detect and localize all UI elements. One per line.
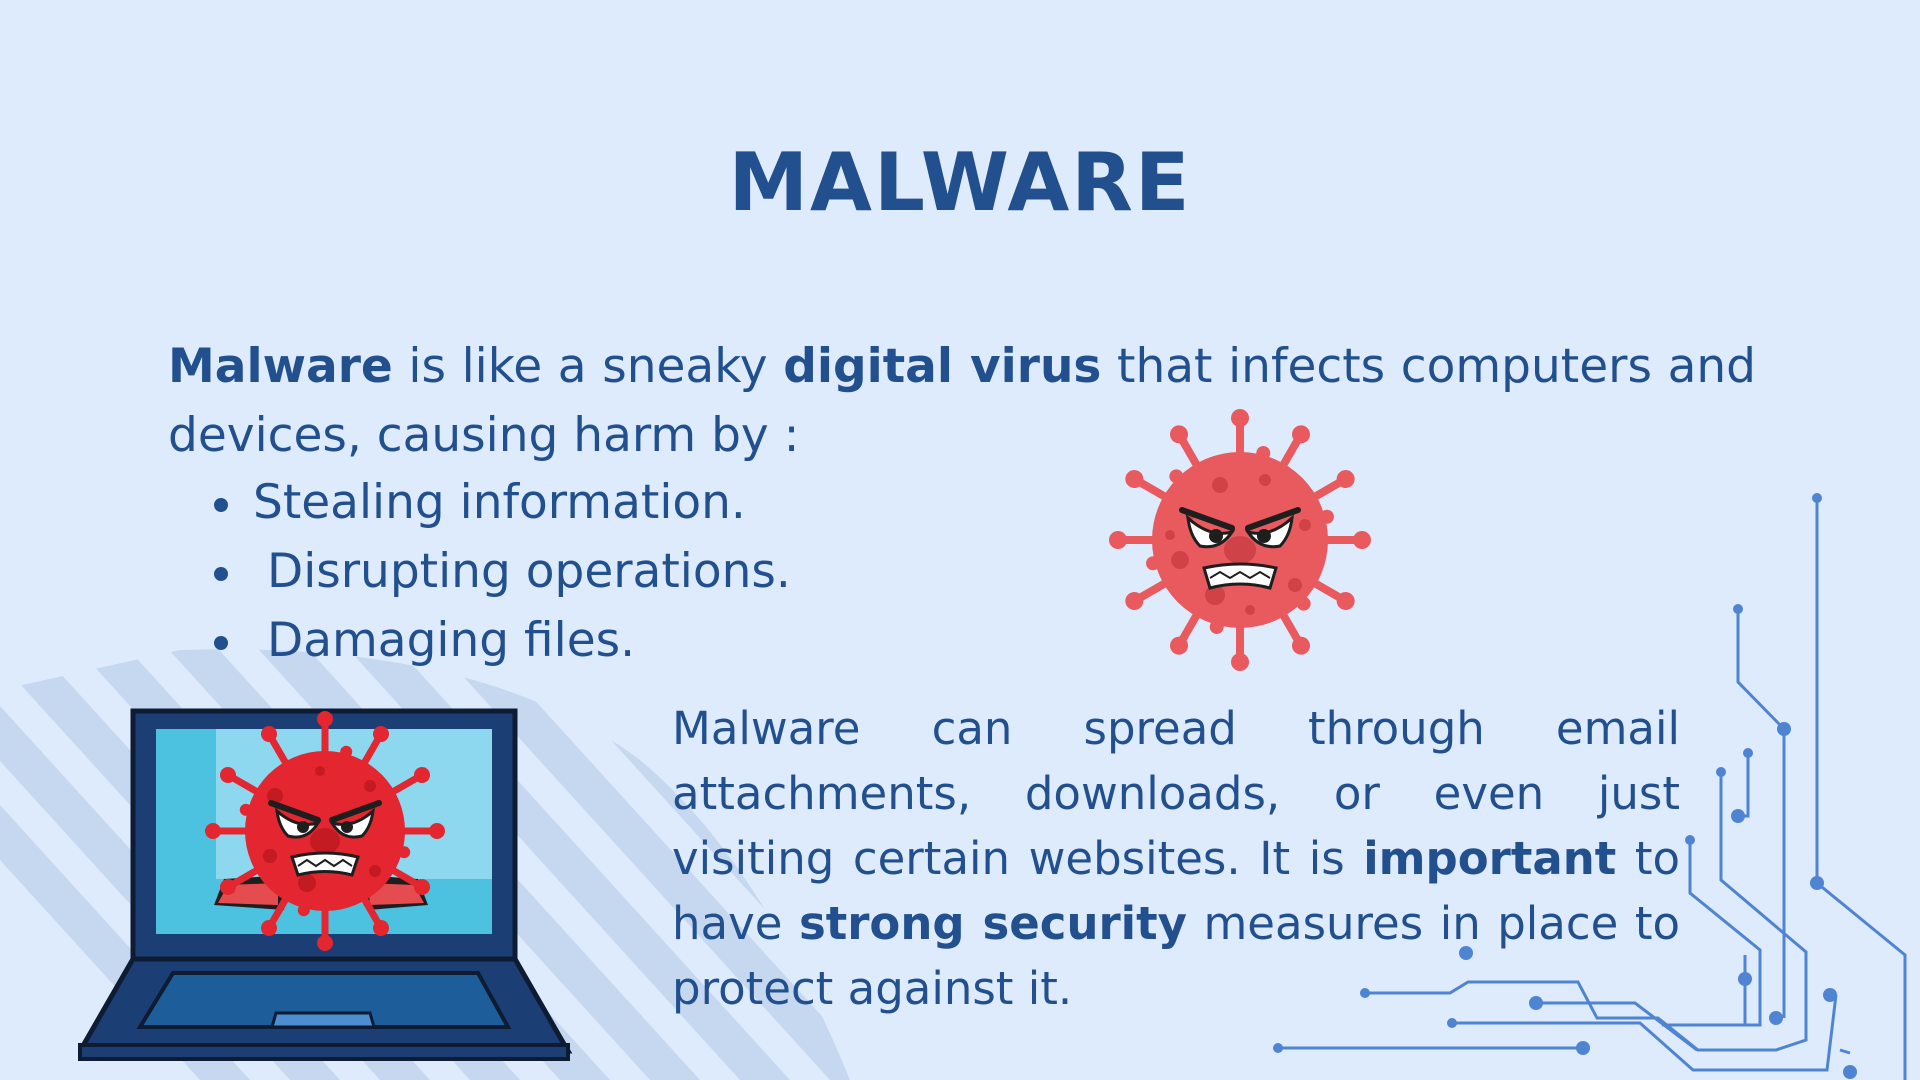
spread-bold-important: important <box>1363 832 1617 885</box>
angry-virus-icon <box>1109 409 1371 671</box>
bullet-item: Stealing information. <box>168 468 791 537</box>
slide-title: MALWARE <box>728 136 1192 229</box>
intro-text-a: is like a sneaky <box>392 339 784 394</box>
intro-highlight: digital virus <box>783 339 1102 394</box>
infected-laptop-icon <box>78 708 573 1061</box>
bullet-item: Damaging files. <box>168 606 791 675</box>
spread-paragraph: Malware can spread through email attachm… <box>672 696 1680 1021</box>
bullet-item: Disrupting operations. <box>168 537 791 606</box>
intro-paragraph: Malware is like a sneaky digital virus t… <box>168 332 1756 470</box>
harm-bullet-list: Stealing information. Disrupting operati… <box>168 468 791 675</box>
spread-bold-security: strong security <box>798 897 1187 950</box>
intro-term: Malware <box>168 339 393 394</box>
